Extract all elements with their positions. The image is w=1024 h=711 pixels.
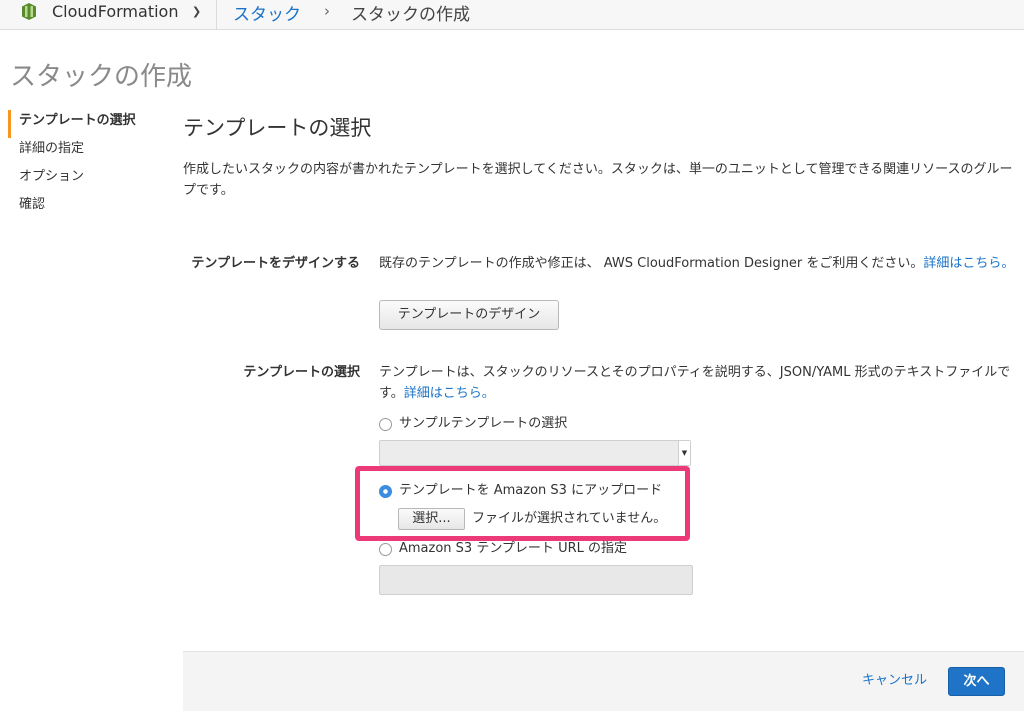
cloudformation-logo-icon[interactable]: [22, 3, 36, 20]
next-button[interactable]: 次へ: [948, 667, 1005, 696]
design-learn-more-link[interactable]: 詳細はこちら。: [923, 256, 1014, 271]
sample-template-select[interactable]: ▼: [379, 440, 691, 466]
step-specify-details[interactable]: 詳細の指定: [8, 138, 158, 166]
sample-template-radio[interactable]: [379, 418, 392, 431]
breadcrumb-separator: ›: [324, 2, 330, 20]
cancel-link[interactable]: キャンセル: [862, 670, 927, 692]
step-review[interactable]: 確認: [8, 194, 158, 222]
upload-highlight-annotation: [355, 466, 690, 541]
dropdown-arrow-icon[interactable]: ▼: [678, 441, 690, 465]
section-title: テンプレートの選択: [183, 116, 372, 140]
top-navigation-bar: CloudFormation ❯ スタック › スタックの作成: [0, 0, 1024, 30]
design-description-text: 既存のテンプレートの作成や修正は、 AWS CloudFormation Des…: [379, 256, 924, 271]
chevron-down-icon[interactable]: ❯: [192, 5, 201, 18]
design-template-description: 既存のテンプレートの作成や修正は、 AWS CloudFormation Des…: [379, 253, 1024, 274]
s3-url-label: Amazon S3 テンプレート URL の指定: [399, 541, 627, 556]
choose-learn-more-link[interactable]: 詳細はこちら。: [404, 386, 495, 401]
breadcrumb-stacks-link[interactable]: スタック: [233, 0, 301, 25]
s3-url-radio[interactable]: [379, 543, 392, 556]
choose-template-label: テンプレートの選択: [243, 365, 360, 380]
section-intro: 作成したいスタックの内容が書かれたテンプレートを選択してください。スタックは、単…: [183, 162, 1013, 198]
wizard-steps: テンプレートの選択 詳細の指定 オプション 確認: [8, 110, 158, 222]
step-select-template[interactable]: テンプレートの選択: [8, 110, 158, 138]
breadcrumb-current: スタックの作成: [351, 5, 470, 25]
service-name[interactable]: CloudFormation: [52, 2, 178, 21]
page-title: スタックの作成: [10, 62, 193, 92]
s3-url-input[interactable]: [379, 565, 693, 595]
design-template-button[interactable]: テンプレートのデザイン: [379, 300, 559, 330]
choose-template-description: テンプレートは、スタックのリソースとそのプロパティを説明する、JSON/YAML…: [379, 362, 1024, 404]
sample-template-label: サンプルテンプレートの選択: [399, 416, 568, 431]
step-options[interactable]: オプション: [8, 166, 158, 194]
design-template-label: テンプレートをデザインする: [191, 256, 360, 271]
header-divider: [216, 0, 217, 30]
